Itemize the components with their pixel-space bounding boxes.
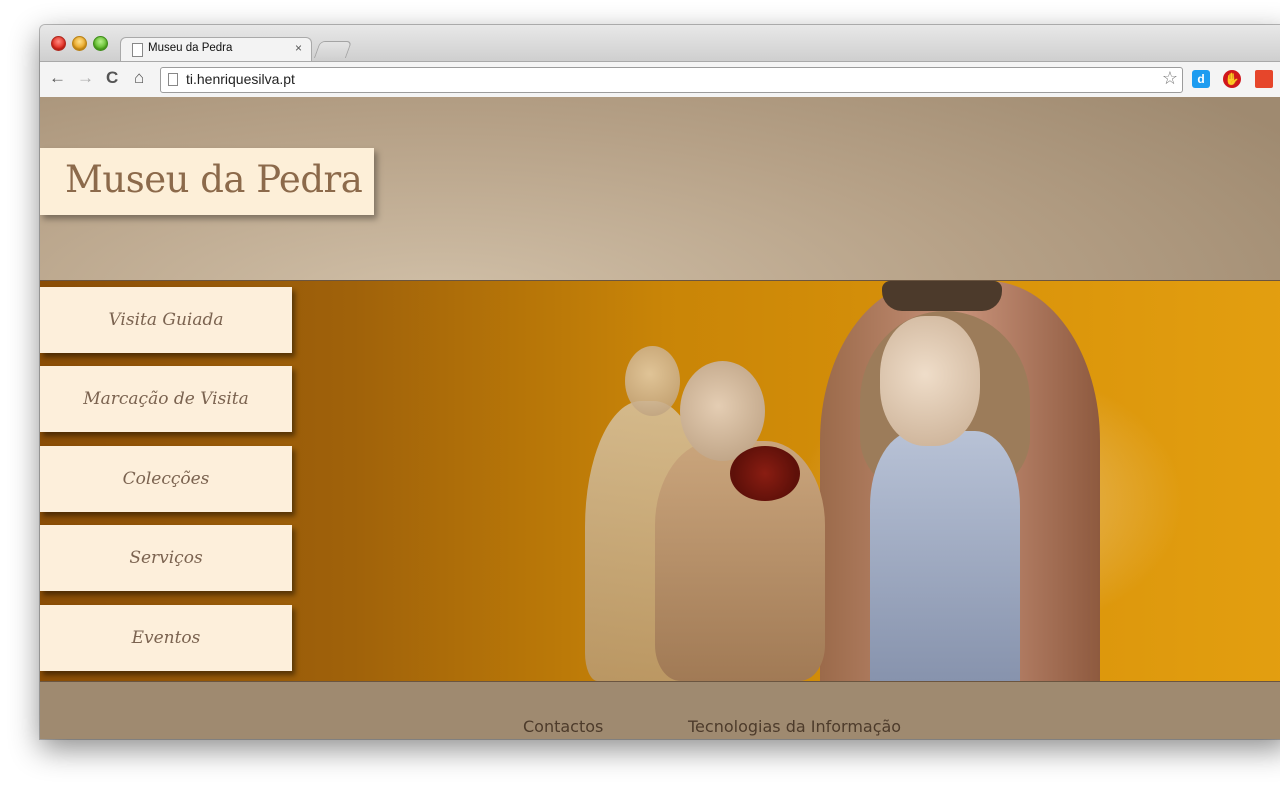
nav-item-servicos[interactable]: Serviços: [40, 525, 292, 591]
extension-bookmark-icon[interactable]: [1255, 70, 1273, 88]
nav-item-visita-guiada[interactable]: Visita Guiada: [40, 287, 292, 353]
reload-icon[interactable]: C: [106, 68, 118, 88]
extension-stop-icon[interactable]: ✋: [1223, 70, 1241, 88]
footer-link-contactos[interactable]: Contactos: [523, 717, 603, 736]
statue-background-head: [625, 346, 680, 416]
page-icon: [168, 73, 178, 86]
back-arrow-icon[interactable]: ←: [49, 68, 66, 88]
nav-item-marcacao-de-visita[interactable]: Marcação de Visita: [40, 366, 292, 432]
forward-arrow-icon[interactable]: →: [77, 68, 94, 88]
browser-tab[interactable]: Museu da Pedra ×: [120, 37, 312, 62]
extension-d-icon[interactable]: d: [1192, 70, 1210, 88]
statue-child-head: [680, 361, 765, 461]
footer-link-tecnologias[interactable]: Tecnologias da Informação: [688, 717, 901, 736]
site-title: Museu da Pedra: [65, 158, 363, 201]
minimize-window-icon[interactable]: [72, 36, 87, 51]
statue-madonna-dress: [870, 431, 1020, 681]
tab-title: Museu da Pedra: [148, 42, 233, 54]
close-window-icon[interactable]: [51, 36, 66, 51]
nav-item-coleccoes[interactable]: Colecções: [40, 446, 292, 512]
statue-flowers: [730, 446, 800, 501]
web-page: Museu da Pedra Visita Guiada Marcação de…: [40, 97, 1280, 739]
home-icon[interactable]: ⌂: [134, 68, 144, 88]
tab-strip: Museu da Pedra ×: [40, 25, 1280, 62]
bookmark-star-icon[interactable]: ☆: [1162, 68, 1178, 89]
browser-toolbar: ← → C ⌂ ti.henriquesilva.pt ☆ d ✋: [40, 61, 1280, 98]
zoom-window-icon[interactable]: [93, 36, 108, 51]
site-logo[interactable]: Museu da Pedra: [40, 148, 374, 215]
page-icon: [132, 43, 143, 57]
statue-madonna-face: [880, 316, 980, 446]
new-tab-button[interactable]: [313, 41, 353, 58]
browser-window: Museu da Pedra × ← → C ⌂ ti.henriquesilv…: [40, 25, 1280, 739]
url-text[interactable]: ti.henriquesilva.pt: [186, 71, 295, 87]
tab-close-icon[interactable]: ×: [295, 41, 302, 55]
statue-crown: [882, 281, 1002, 311]
address-bar[interactable]: ti.henriquesilva.pt ☆: [160, 67, 1183, 93]
nav-item-eventos[interactable]: Eventos: [40, 605, 292, 671]
